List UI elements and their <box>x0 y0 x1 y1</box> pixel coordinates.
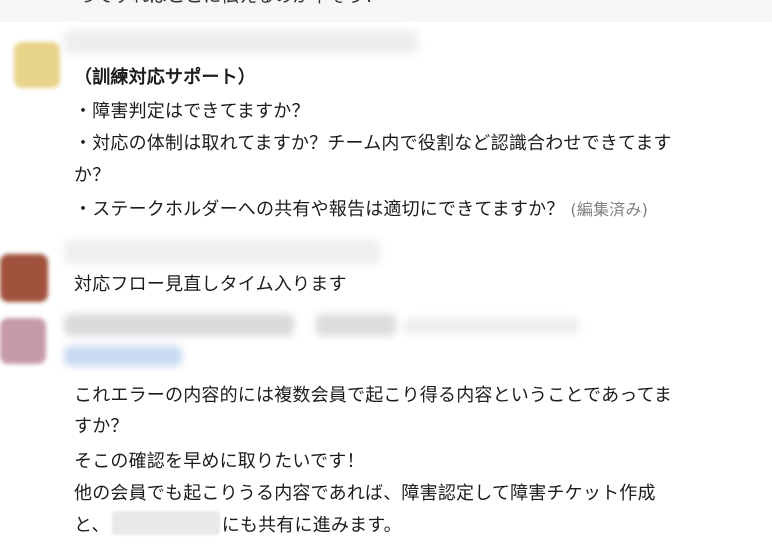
link-redacted[interactable] <box>64 346 182 366</box>
message-line-text: ・ステークホルダーへの共有や報告は適切にできてますか？ <box>74 199 565 220</box>
message-line: ・対応の体制は取れてますか？チーム内で役割など認識合わせできてます <box>74 133 672 154</box>
timestamp-redacted <box>316 314 396 336</box>
message-line-suffix: にも共有に進みます。 <box>221 515 402 536</box>
previous-message-text: ってすればここに伝えるのが早そう！ <box>78 0 383 8</box>
sender-name-redacted <box>64 240 380 264</box>
message-line: か？ <box>74 165 111 186</box>
avatar[interactable] <box>0 318 46 364</box>
message-line: 他の会員でも起こりうる内容であれば、障害認定して障害チケット作成 <box>74 483 656 504</box>
message-line: ・障害判定はできてますか？ <box>74 101 310 122</box>
sender-name-redacted <box>64 314 294 336</box>
avatar[interactable] <box>14 42 60 88</box>
avatar[interactable] <box>0 254 48 302</box>
previous-message-fragment: ってすればここに伝えるのが早そう！ <box>0 0 772 22</box>
message-line: すか？ <box>74 416 129 437</box>
message-line: そこの確認を早めに取りたいです！ <box>74 451 365 472</box>
message-line: と、 にも共有に進みます。 <box>74 510 402 542</box>
edited-label: (編集済み) <box>570 200 649 219</box>
message-line-prefix: と、 <box>74 515 110 536</box>
message-line: これエラーの内容的には複数会員で起こり得る内容ということであってま <box>74 385 673 406</box>
mention-redacted[interactable] <box>111 511 220 535</box>
status-redacted <box>404 318 580 334</box>
sender-name-redacted <box>64 30 418 54</box>
message-line: ・ステークホルダーへの共有や報告は適切にできてますか？ (編集済み) <box>74 194 648 226</box>
message-heading: （訓練対応サポート） <box>74 67 256 88</box>
message-text: 対応フロー見直しタイム入ります <box>74 274 347 295</box>
